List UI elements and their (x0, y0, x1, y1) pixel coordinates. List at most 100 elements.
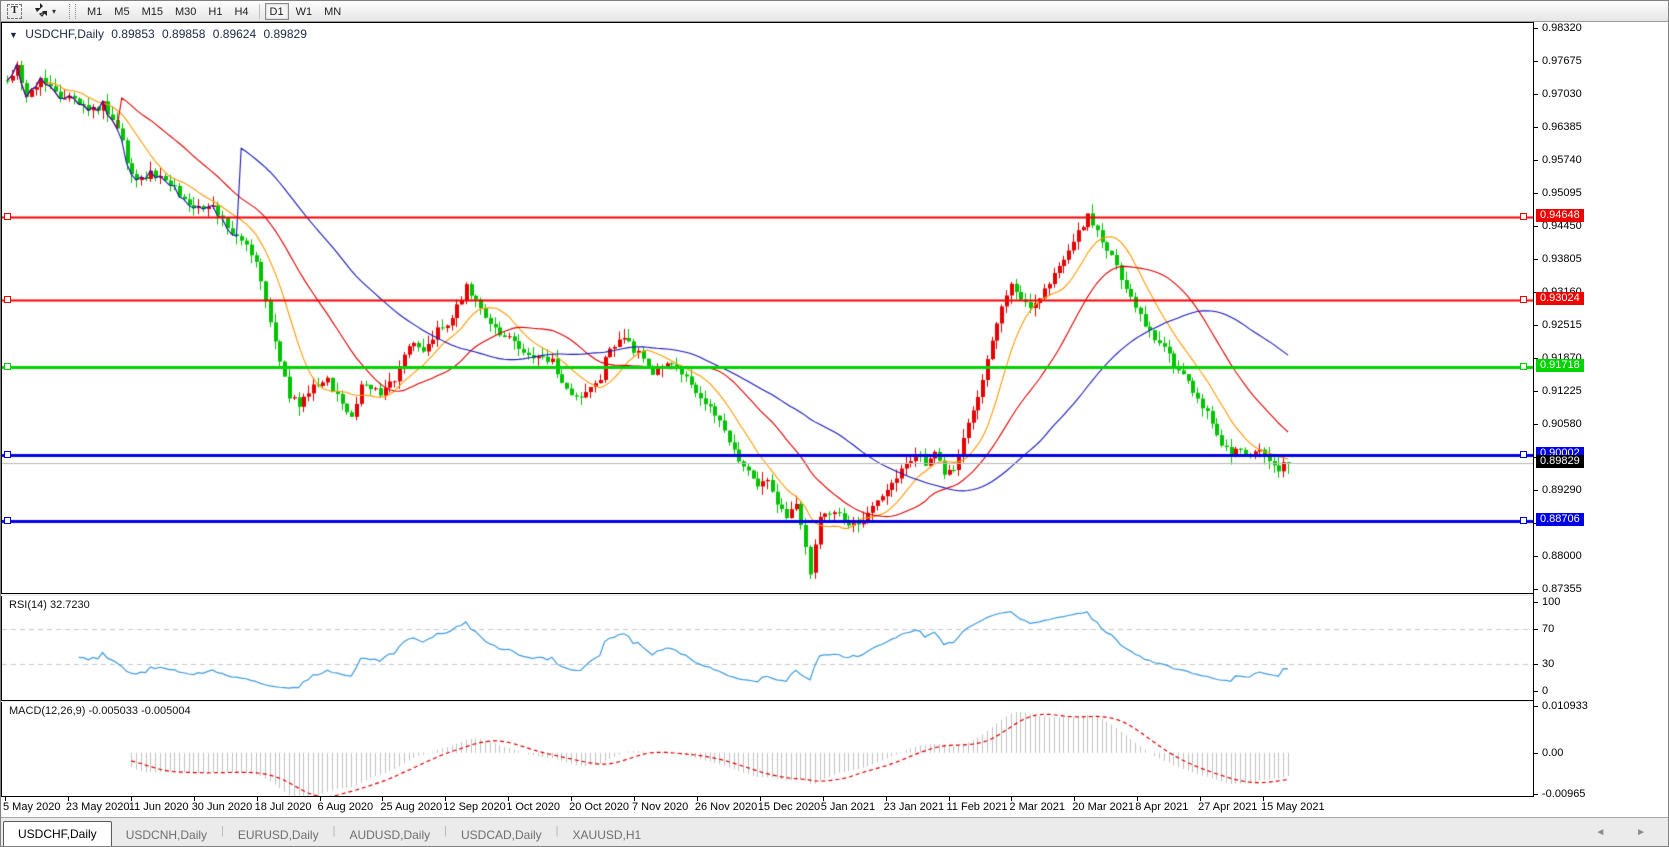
date-label: 15 May 2021 (1261, 801, 1325, 813)
timeframe-button-d1[interactable]: D1 (264, 2, 289, 20)
date-label: 2 Mar 2021 (1009, 801, 1066, 813)
collapse-arrow-icon[interactable]: ▼ (9, 30, 18, 40)
toolbar: T ▾ M1 M5 M15 M30 H1 H4 D1 W1 MN (1, 1, 1668, 22)
hline-price-tag[interactable]: 0.91718 (1536, 358, 1584, 372)
hline-handle[interactable] (1520, 362, 1527, 370)
price-tick-label: 0.97675 (1542, 55, 1582, 67)
symbol-period-label: USDCHF,Daily (25, 27, 104, 41)
timeframe-button-m30[interactable]: M30 (170, 3, 201, 20)
date-label: 30 Jun 2020 (191, 801, 253, 813)
toolbar-separator (258, 3, 260, 19)
price-tick-label: 0.90580 (1542, 418, 1582, 430)
axis-tick-mark (1534, 226, 1538, 227)
date-label: 12 Sep 2020 (443, 801, 506, 813)
date-axis[interactable]: 5 May 2020 23 May 2020 11 Jun 2020 30 Jun 2… (1, 797, 1668, 817)
rsi-panel[interactable]: RSI(14) 32.7230 (1, 596, 1533, 701)
price-axis[interactable]: 0.98320 0.97675 0.97030 0.96385 0.95740 0.950… (1533, 22, 1668, 800)
axis-tick-mark (1534, 127, 1538, 128)
hline-handle[interactable] (1520, 516, 1527, 524)
axis-tick-mark (1534, 490, 1538, 491)
price-tick-label: 0.87355 (1542, 583, 1582, 595)
tab-scroll-arrows[interactable]: ◄ ► (1595, 827, 1660, 838)
date-label: 5 May 2020 (3, 801, 61, 813)
date-label: 15 Dec 2020 (757, 801, 821, 813)
rsi-tick-label: 100 (1542, 596, 1561, 608)
date-label: 1 Oct 2020 (506, 801, 561, 813)
date-label: 23 Jan 2021 (883, 801, 945, 813)
date-label: 18 Jul 2020 (254, 801, 312, 813)
hline-handle[interactable] (4, 212, 11, 220)
current-price-tag[interactable]: 0.89829 (1536, 455, 1584, 469)
timeframe-button-w1[interactable]: W1 (291, 3, 318, 20)
axis-tick-mark (1534, 691, 1538, 692)
date-label: 20 Oct 2020 (569, 801, 630, 813)
tab-usdchf[interactable]: USDCHF,Daily (3, 821, 112, 846)
macd-panel[interactable]: MACD(12,26,9) -0.005033 -0.005004 (1, 702, 1533, 797)
price-tick-label: 0.92515 (1542, 319, 1582, 331)
rsi-chart-canvas[interactable] (2, 596, 1533, 700)
hline-price-tag[interactable]: 0.93024 (1536, 291, 1584, 305)
hline-handle[interactable] (1520, 295, 1527, 303)
chevron-down-icon: ▾ (52, 6, 57, 16)
date-label: 7 Nov 2020 (632, 801, 689, 813)
price-tick-label: 0.91225 (1542, 385, 1582, 397)
rsi-tick-label: 0 (1542, 685, 1549, 697)
hline-handle[interactable] (4, 362, 11, 370)
timeframe-button-h1[interactable]: H1 (203, 3, 227, 20)
rsi-tick-label: 70 (1542, 622, 1555, 635)
timeframe-button-m5[interactable]: M5 (109, 3, 134, 20)
hline-price-tag[interactable]: 0.94648 (1536, 208, 1584, 222)
hline-handle[interactable] (1520, 450, 1527, 458)
price-tick-label: 0.89290 (1542, 484, 1582, 496)
macd-chart-canvas[interactable] (2, 702, 1533, 796)
timeframe-button-m1[interactable]: M1 (82, 3, 107, 20)
hline-handle[interactable] (1520, 212, 1527, 220)
timeframe-button-h4[interactable]: H4 (229, 3, 253, 20)
timeframe-button-m15[interactable]: M15 (137, 3, 168, 20)
timeframe-button-mn[interactable]: MN (319, 3, 346, 20)
axis-tick-mark (1534, 556, 1538, 557)
rsi-tick-label: 30 (1542, 658, 1555, 671)
axis-tick-mark (1534, 160, 1538, 161)
tab-usdcnh[interactable]: USDCNH,Daily (112, 824, 221, 846)
axis-tick-mark (1534, 193, 1538, 194)
main-chart-panel[interactable]: ▼ USDCHF,Daily 0.89853 0.89858 0.89624 0… (1, 22, 1533, 594)
macd-tick-label: 0.010933 (1542, 700, 1588, 712)
date-label: 25 Aug 2020 (380, 801, 443, 813)
price-tick-label: 0.97030 (1542, 88, 1582, 100)
hline-handle[interactable] (4, 516, 11, 524)
macd-tick-label: 0.00 (1542, 746, 1564, 759)
date-label: 8 Apr 2021 (1135, 801, 1189, 813)
price-tick-label: 0.93805 (1542, 253, 1582, 265)
text-tool-icon: T (7, 3, 22, 19)
hline-handle[interactable] (4, 450, 11, 458)
date-label: 11 Jun 2020 (128, 801, 189, 813)
axis-tick-mark (1534, 61, 1538, 62)
axis-tick-mark (1534, 391, 1538, 392)
axis-tick-mark (1534, 664, 1538, 666)
axis-tick-mark (1534, 602, 1538, 603)
tab-audusd[interactable]: AUDUSD,Daily (335, 824, 444, 846)
text-tool-button[interactable]: T (2, 2, 27, 20)
price-tick-label: 0.88000 (1542, 550, 1582, 562)
axis-tick-mark (1534, 794, 1538, 795)
hline-price-tag[interactable]: 0.88706 (1536, 512, 1584, 526)
price-tick-label: 0.96385 (1542, 121, 1582, 133)
arrows-tool-button[interactable]: ▾ (29, 2, 61, 20)
tab-usdcad[interactable]: USDCAD,Daily (447, 824, 556, 846)
ohlc-open: 0.89853 (111, 27, 155, 41)
candlestick-chart-canvas[interactable] (2, 23, 1533, 593)
chart-title: ▼ USDCHF,Daily 0.89853 0.89858 0.89624 0… (9, 27, 311, 41)
date-label: 6 Aug 2020 (317, 801, 374, 813)
hline-handle[interactable] (4, 295, 11, 303)
tab-xauusd[interactable]: XAUUSD,H1 (559, 824, 656, 846)
ohlc-close: 0.89829 (263, 27, 307, 41)
axis-tick-mark (1534, 259, 1538, 260)
price-tick-label: 0.95095 (1542, 187, 1582, 199)
axis-tick-mark (1534, 706, 1538, 707)
axis-tick-mark (1534, 424, 1538, 425)
date-label: 20 Mar 2021 (1072, 801, 1135, 813)
tab-eurusd[interactable]: EURUSD,Daily (224, 824, 333, 846)
date-label: 11 Feb 2021 (946, 801, 1008, 813)
toolbar-grip-handle[interactable] (69, 3, 77, 19)
